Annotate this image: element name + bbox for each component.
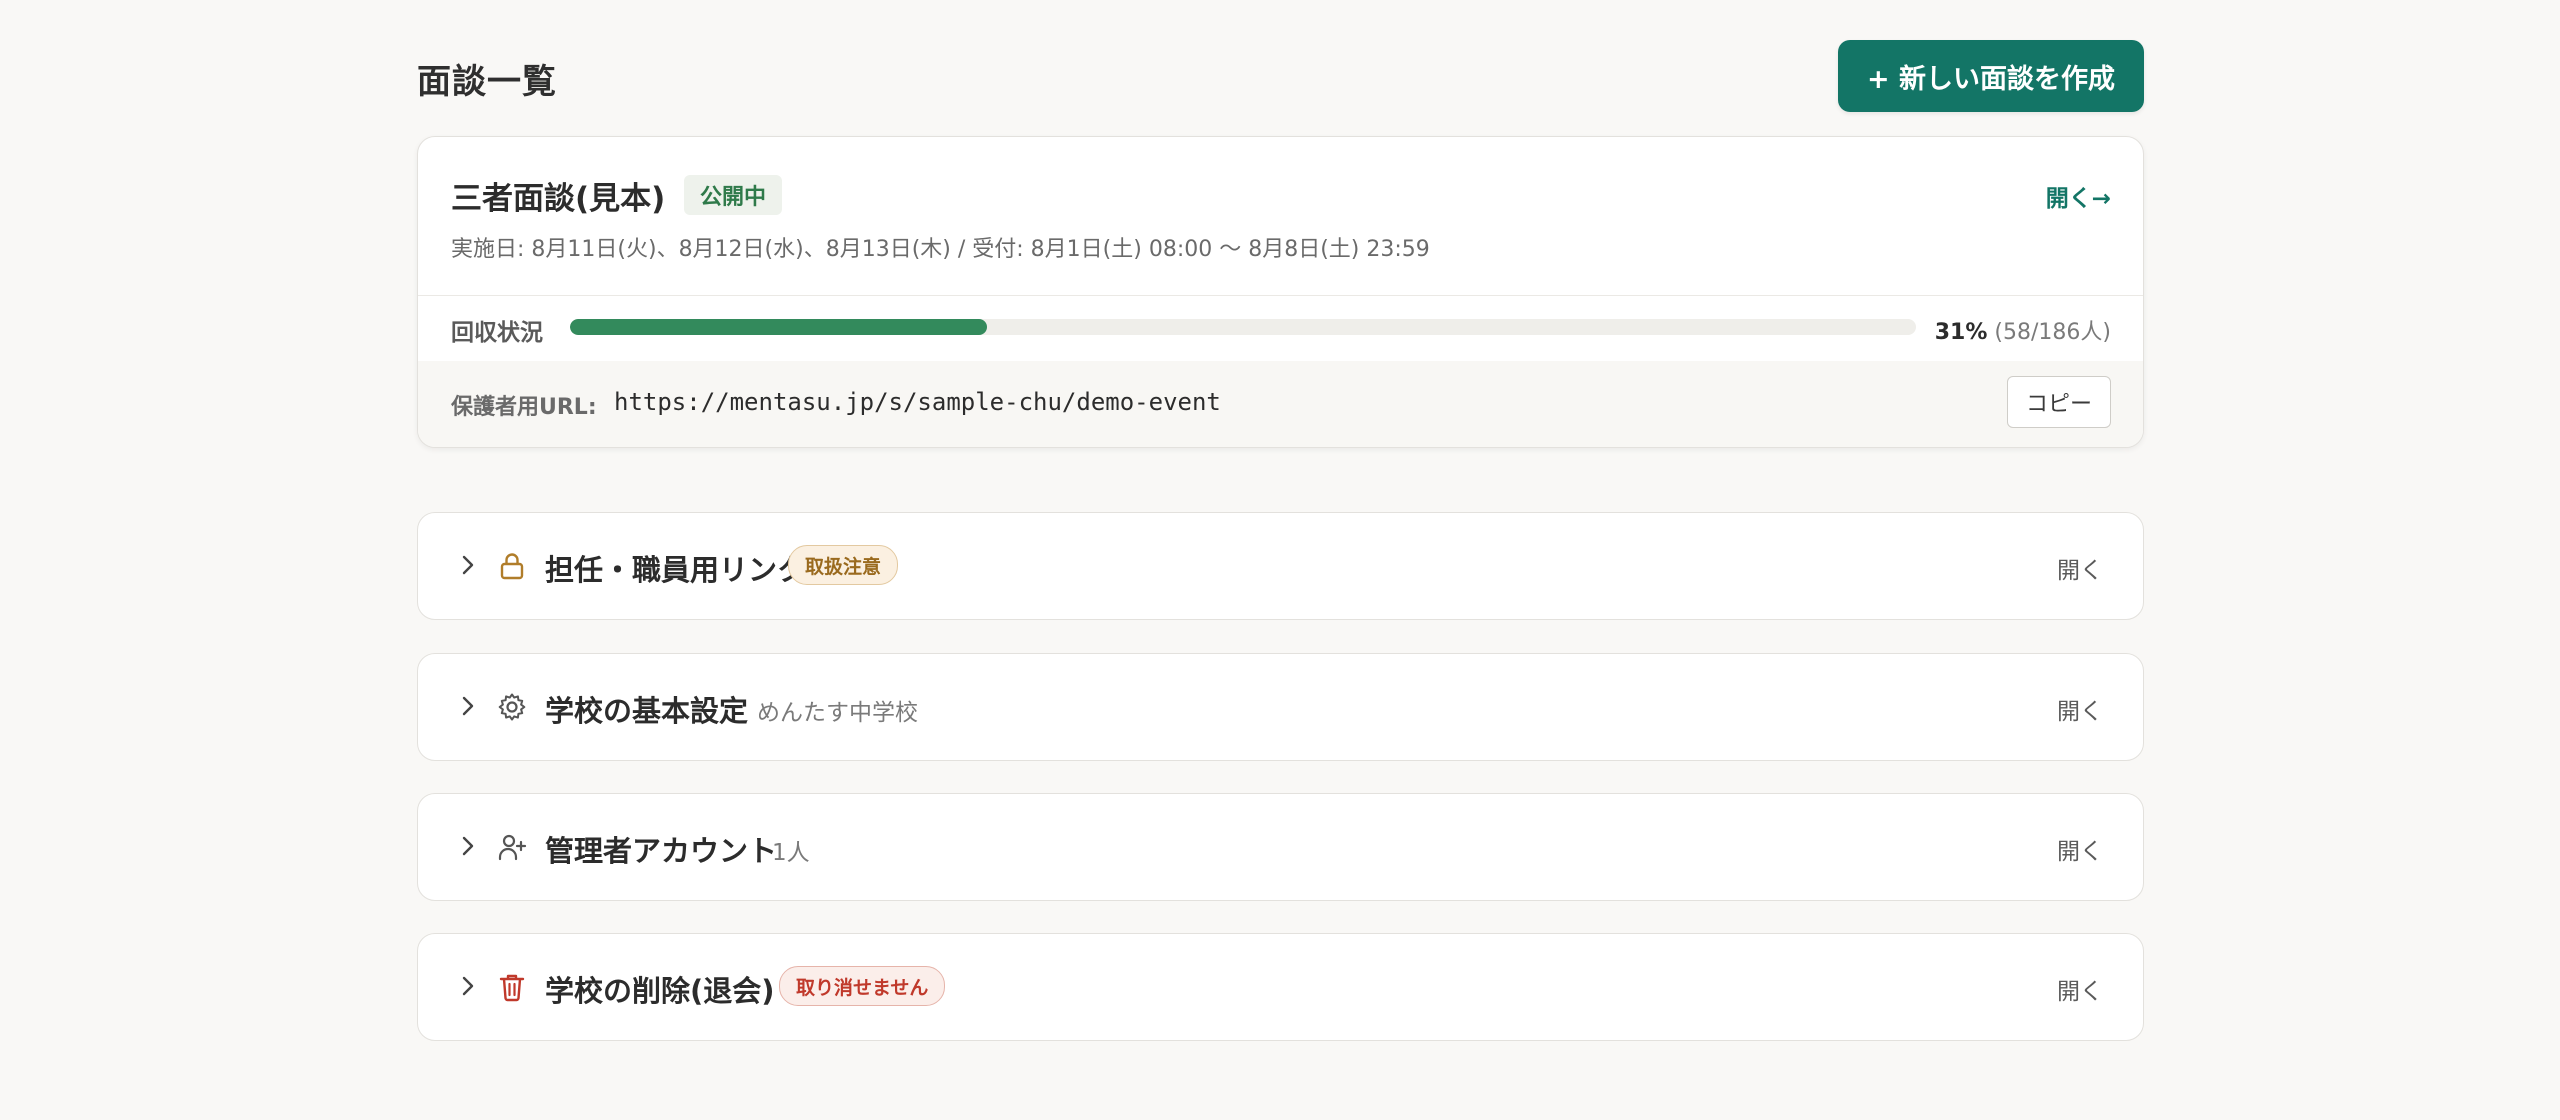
irreversible-badge: 取り消せません — [779, 966, 946, 1006]
page-header: 面談一覧 + 新しい面談を作成 — [417, 40, 2144, 112]
user-plus-icon — [498, 834, 527, 861]
school-name: めんたす中学校 — [757, 700, 918, 726]
progress-bar-fill — [570, 319, 988, 335]
progress-label: 回収状況 — [451, 320, 543, 346]
progress-value: 31% (58/186人) — [1935, 314, 2111, 346]
chevron-right-icon — [462, 555, 474, 575]
open-button[interactable]: 開く — [2057, 551, 2103, 585]
progress-percent: 31% — [1934, 320, 1988, 345]
progress-bar — [570, 319, 1916, 335]
section-title: 管理者アカウント — [545, 834, 778, 868]
open-button[interactable]: 開く — [2057, 832, 2103, 866]
page-title: 面談一覧 — [417, 62, 557, 102]
school-settings-section[interactable]: 学校の基本設定 めんたす中学校 開く — [417, 653, 2144, 761]
progress-count: (58/186人) — [1994, 320, 2111, 345]
section-title: 担任・職員用リンク — [545, 553, 807, 587]
section-title: 学校の基本設定 — [545, 694, 749, 728]
admin-count: 1人 — [772, 840, 810, 866]
open-button[interactable]: 開く — [2057, 692, 2103, 726]
lock-icon — [500, 553, 524, 580]
chevron-right-icon — [462, 976, 474, 996]
guardian-url-label: 保護者用URL: — [451, 395, 597, 420]
gear-icon — [498, 693, 526, 721]
caution-badge: 取扱注意 — [788, 545, 899, 585]
event-schedule: 実施日: 8月11日(火)、8月12日(水)、8月13日(木) / 受付: 8月… — [451, 237, 1430, 262]
event-card: 三者面談(見本) 公開中 開く→ 実施日: 8月11日(火)、8月12日(水)、… — [417, 136, 2144, 448]
collection-status-row: 回収状況 31% (58/186人) — [418, 295, 2143, 362]
open-button[interactable]: 開く — [2057, 972, 2103, 1006]
copy-url-button[interactable]: コピー — [2007, 376, 2111, 428]
staff-links-section[interactable]: 担任・職員用リンク 取扱注意 開く — [417, 512, 2144, 620]
chevron-right-icon — [462, 696, 474, 716]
open-event-link[interactable]: 開く→ — [2046, 179, 2111, 213]
event-card-header: 三者面談(見本) 公開中 開く→ 実施日: 8月11日(火)、8月12日(水)、… — [418, 137, 2143, 296]
create-interview-button[interactable]: + 新しい面談を作成 — [1838, 40, 2144, 112]
delete-school-section[interactable]: 学校の削除(退会) 取り消せません 開く — [417, 933, 2144, 1041]
guardian-url-row: 保護者用URL: https://mentasu.jp/s/sample-chu… — [418, 361, 2143, 447]
guardian-url-value: https://mentasu.jp/s/sample-chu/demo-eve… — [614, 388, 1221, 416]
trash-icon — [499, 974, 525, 1002]
chevron-right-icon — [462, 836, 474, 856]
event-title: 三者面談(見本) — [451, 181, 666, 217]
status-badge: 公開中 — [684, 175, 783, 215]
admin-accounts-section[interactable]: 管理者アカウント 1人 開く — [417, 793, 2144, 901]
section-title: 学校の削除(退会) — [545, 974, 775, 1008]
